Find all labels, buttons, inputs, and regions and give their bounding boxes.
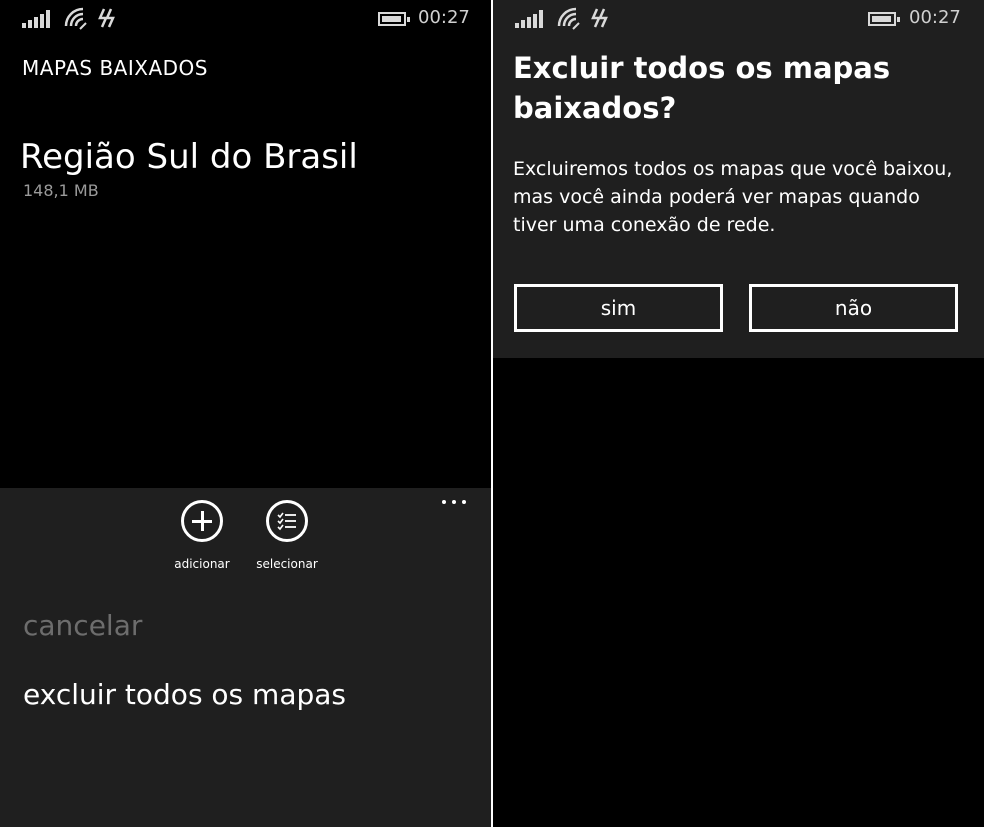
menu-item-delete-all-maps[interactable]: excluir todos os mapas	[23, 678, 346, 711]
downloaded-maps-screen: 00:27 MAPAS BAIXADOS Região Sul do Brasi…	[0, 0, 491, 827]
status-bar: 00:27	[0, 0, 491, 38]
wifi-icon	[557, 7, 580, 30]
data-connection-icon	[98, 8, 115, 28]
map-size: 148,1 MB	[23, 181, 99, 200]
status-bar: 00:27	[493, 0, 984, 38]
add-circle-icon	[181, 500, 223, 542]
confirm-delete-screen: 00:27 Excluir todos os mapas baixados? E…	[493, 0, 984, 827]
app-bar: adicionar selecionar cancelar excluir to…	[0, 488, 491, 827]
select-button[interactable]: selecionar	[247, 500, 327, 571]
yes-button[interactable]: sim	[514, 284, 723, 332]
add-button[interactable]: adicionar	[162, 500, 242, 571]
map-name[interactable]: Região Sul do Brasil	[20, 137, 358, 177]
confirm-dialog: 00:27 Excluir todos os mapas baixados? E…	[493, 0, 984, 358]
page-title: MAPAS BAIXADOS	[22, 56, 208, 80]
more-options-icon[interactable]	[440, 494, 470, 508]
no-button[interactable]: não	[749, 284, 958, 332]
signal-strength-icon	[22, 10, 52, 28]
signal-strength-icon	[515, 10, 545, 28]
select-list-icon	[266, 500, 308, 542]
data-connection-icon	[591, 8, 608, 28]
wifi-icon	[64, 7, 87, 30]
dialog-title: Excluir todos os mapas baixados?	[513, 51, 891, 125]
clock: 00:27	[418, 7, 470, 28]
add-button-label: adicionar	[174, 557, 230, 571]
clock: 00:27	[909, 7, 961, 28]
battery-icon	[378, 12, 410, 26]
select-button-label: selecionar	[256, 557, 318, 571]
menu-item-cancel[interactable]: cancelar	[23, 609, 142, 642]
dialog-message: Excluiremos todos os mapas que você baix…	[513, 158, 953, 236]
battery-icon	[868, 12, 900, 26]
